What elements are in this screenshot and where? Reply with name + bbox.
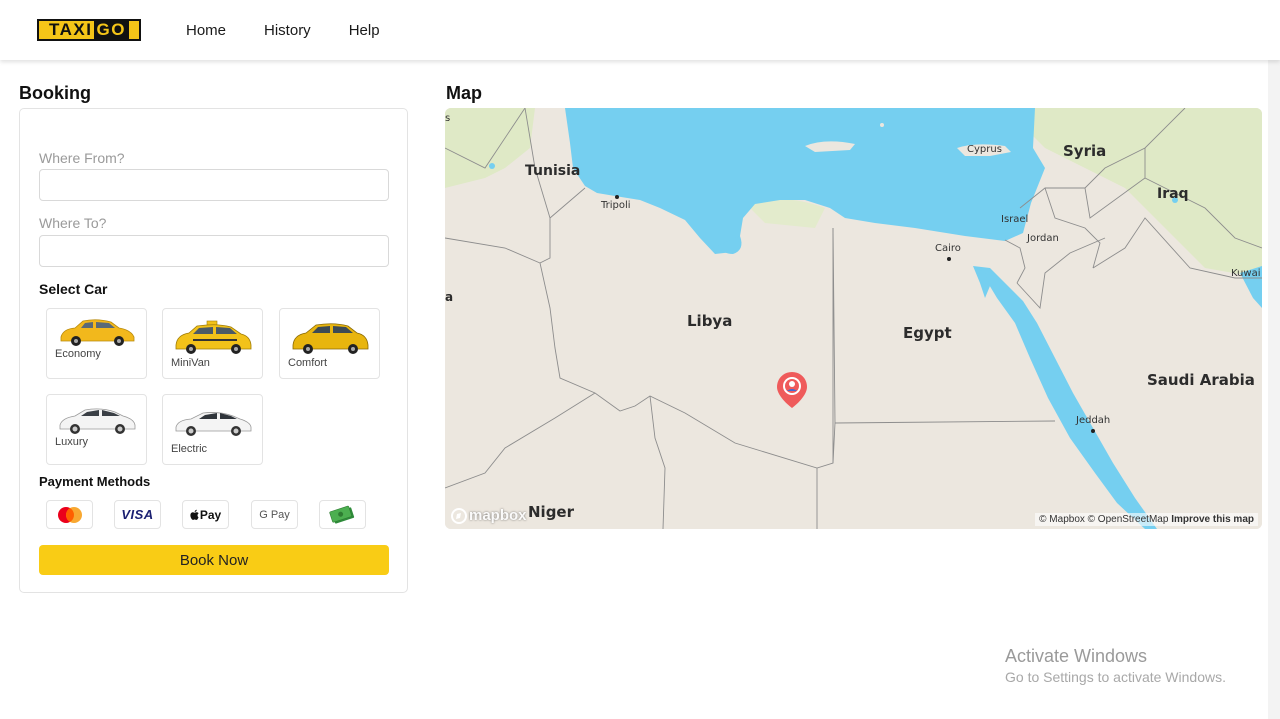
payment-cash-button[interactable] — [319, 500, 366, 529]
car-option-luxury[interactable]: Luxury — [46, 394, 147, 465]
mapbox-logo[interactable]: mapbox — [451, 507, 527, 524]
map-view[interactable]: s Tunisia Tripoli Cyprus Syria Iraq Isra… — [445, 108, 1262, 529]
map-label-saudi-arabia: Saudi Arabia — [1147, 371, 1255, 389]
where-from-input[interactable] — [39, 169, 389, 201]
booking-title: Booking — [19, 83, 91, 103]
car-label-minivan: MiniVan — [171, 357, 210, 369]
nav-help-link[interactable]: Help — [349, 22, 380, 39]
payment-mastercard-button[interactable] — [46, 500, 93, 529]
map-label-kuwait: Kuwai — [1231, 268, 1261, 279]
map-label-edge-s: s — [445, 113, 451, 124]
luxury-car-icon — [59, 408, 136, 434]
taxigo-logo[interactable]: TAXI GO — [37, 19, 141, 41]
top-navbar: TAXI GO Home History Help — [0, 0, 1280, 60]
cairo-dot — [947, 257, 951, 261]
map-attribution: © Mapbox © OpenStreetMap Improve this ma… — [1035, 513, 1258, 526]
mastercard-icon — [57, 506, 82, 523]
map-label-jordan: Jordan — [1027, 233, 1059, 244]
nav-home-link[interactable]: Home — [186, 22, 226, 39]
map-label-libya: Libya — [687, 312, 733, 330]
car-option-minivan[interactable]: MiniVan — [162, 308, 263, 379]
mapbox-logo-icon — [451, 507, 467, 524]
logo-go-text: GO — [93, 20, 129, 40]
map-label-niger: Niger — [528, 503, 575, 521]
payment-applepay-button[interactable]: Pay — [182, 500, 229, 529]
car-option-electric[interactable]: Electric — [162, 394, 263, 465]
map-label-israel: Israel — [1001, 214, 1029, 225]
car-option-economy[interactable]: Economy — [46, 308, 147, 379]
map-label-jeddah: Jeddah — [1076, 415, 1111, 426]
map-label-tripoli: Tripoli — [601, 200, 631, 211]
payment-visa-button[interactable]: VISA — [114, 500, 161, 529]
car-label-electric: Electric — [171, 443, 208, 455]
applepay-text: Pay — [199, 507, 222, 522]
activate-windows-title: Activate Windows — [1005, 646, 1148, 666]
page-scrollbar[interactable] — [1268, 0, 1280, 719]
logo-taxi-text: TAXI — [49, 20, 93, 39]
improve-map-link[interactable]: Improve this map — [1171, 514, 1254, 525]
map-label-cairo: Cairo — [935, 243, 961, 254]
car-label-luxury: Luxury — [55, 436, 89, 448]
tripoli-dot — [615, 195, 619, 199]
car-label-economy: Economy — [55, 348, 101, 360]
jeddah-dot — [1091, 429, 1095, 433]
map-label-egypt: Egypt — [903, 324, 952, 342]
attribution-text[interactable]: © Mapbox © OpenStreetMap — [1039, 514, 1168, 525]
where-to-label: Where To? — [39, 215, 107, 231]
cash-icon — [328, 505, 354, 524]
map-title: Map — [446, 83, 482, 103]
apple-icon — [190, 509, 199, 520]
select-car-label: Select Car — [39, 281, 108, 297]
electric-car-icon — [175, 412, 252, 436]
main-nav: Home History Help — [186, 22, 418, 39]
car-option-comfort[interactable]: Comfort — [279, 308, 380, 379]
economy-car-icon — [60, 319, 135, 346]
payment-methods-label: Payment Methods — [39, 474, 151, 489]
mapbox-logo-text: mapbox — [469, 507, 527, 524]
map-label-iraq: Iraq — [1157, 186, 1189, 202]
map-label-syria: Syria — [1063, 142, 1107, 160]
activate-windows-subtitle: Go to Settings to activate Windows. — [1005, 669, 1226, 685]
visa-text: VISA — [121, 507, 154, 522]
map-label-cyprus: Cyprus — [967, 144, 1002, 155]
map-label-edge-a: a — [445, 290, 454, 304]
booking-card: Where From? Where To? Select Car Economy… — [19, 108, 408, 593]
map-label-tunisia: Tunisia — [525, 163, 581, 179]
comfort-car-icon — [292, 323, 369, 354]
car-label-comfort: Comfort — [288, 357, 328, 369]
where-to-input[interactable] — [39, 235, 389, 267]
where-from-label: Where From? — [39, 150, 125, 166]
payment-googlepay-button[interactable]: G Pay — [251, 500, 298, 529]
nav-history-link[interactable]: History — [264, 22, 311, 39]
minivan-car-icon — [175, 320, 252, 354]
googlepay-text: G Pay — [259, 508, 290, 521]
book-now-button[interactable]: Book Now — [39, 545, 389, 575]
